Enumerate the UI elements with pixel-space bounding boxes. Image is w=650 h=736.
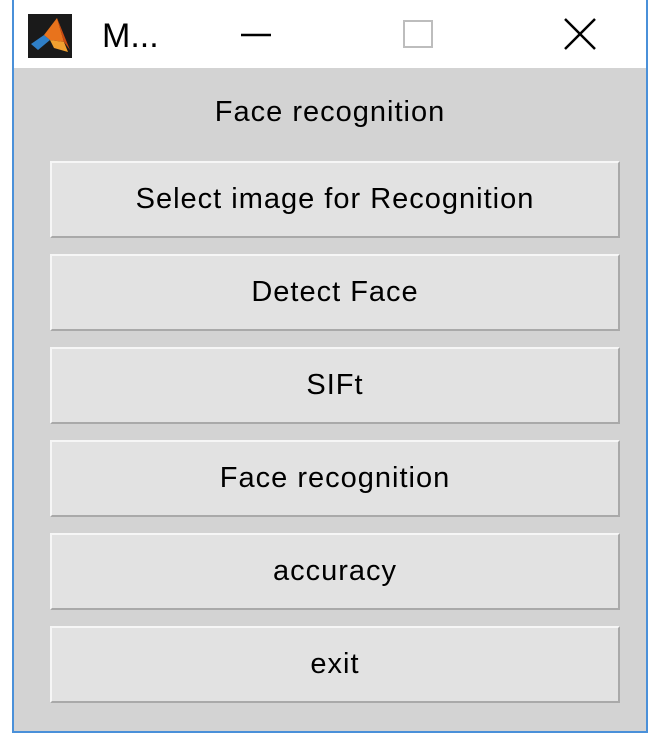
app-window: M... Face recognition Select image for R… <box>12 0 648 733</box>
matlab-icon <box>28 14 72 58</box>
title-bar[interactable]: M... <box>14 0 646 68</box>
detect-face-button[interactable]: Detect Face <box>50 254 620 331</box>
accuracy-button[interactable]: accuracy <box>50 533 620 610</box>
close-button[interactable] <box>552 6 608 62</box>
select-image-button[interactable]: Select image for Recognition <box>50 161 620 238</box>
minimize-button[interactable] <box>228 6 284 62</box>
close-icon <box>564 18 596 50</box>
minimize-icon <box>241 33 271 37</box>
panel-heading: Face recognition <box>214 96 446 128</box>
sift-button[interactable]: SIFt <box>50 347 620 424</box>
maximize-button[interactable] <box>390 6 446 62</box>
action-button-list: Select image for Recognition Detect Face… <box>50 161 620 719</box>
exit-button[interactable]: exit <box>50 626 620 703</box>
window-title: M... <box>102 17 159 55</box>
face-recognition-button[interactable]: Face recognition <box>50 440 620 517</box>
maximize-icon <box>403 20 433 48</box>
